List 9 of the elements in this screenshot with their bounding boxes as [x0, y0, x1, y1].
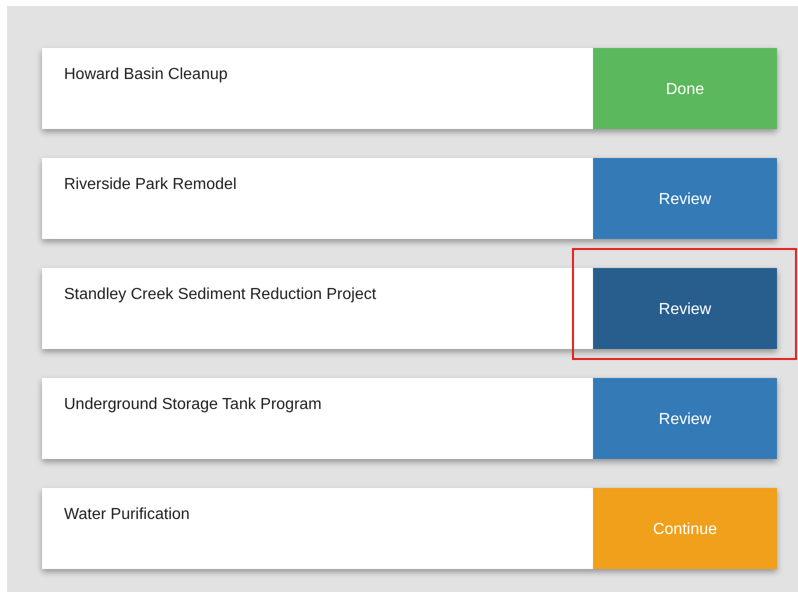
project-name: Water Purification [63, 505, 191, 525]
project-name: Standley Creek Sediment Reduction Project [63, 285, 378, 305]
action-button[interactable]: Review [593, 378, 777, 459]
action-button[interactable]: Done [593, 48, 777, 129]
project-name: Underground Storage Tank Program [63, 395, 323, 415]
action-button[interactable]: Review [593, 158, 777, 239]
project-name: Howard Basin Cleanup [63, 65, 229, 85]
project-name: Riverside Park Remodel [63, 175, 238, 195]
action-button[interactable]: Review [593, 268, 777, 349]
